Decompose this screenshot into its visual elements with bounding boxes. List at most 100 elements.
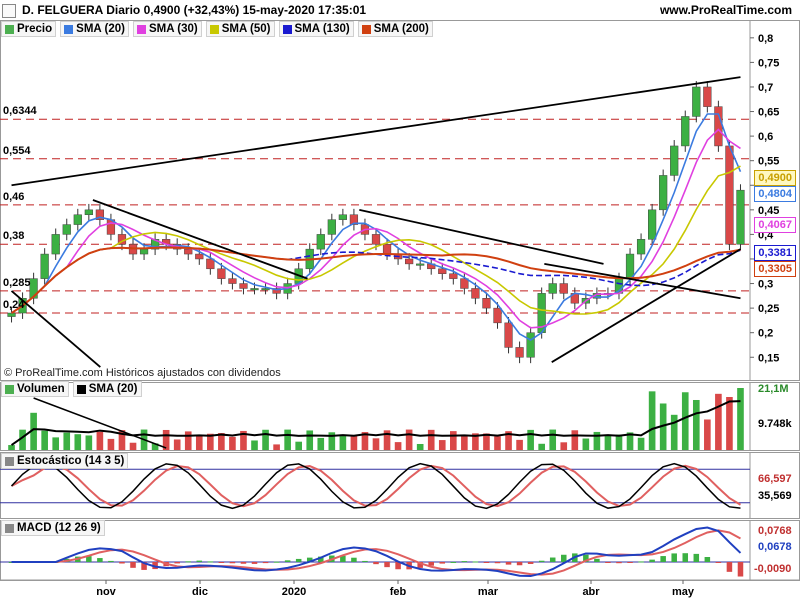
volume-bar [96,431,104,450]
stochastic-legend: Estocástico (14 3 5) [1,453,129,469]
time-axis-label: may [672,586,695,598]
macd-histogram-bar [218,562,225,563]
volume-bar [527,429,534,450]
legend-label: SMA (200) [373,23,429,35]
macd-histogram-bar [284,560,291,562]
candle-body [559,283,568,294]
chart-title: D. FELGUERA Diario 0,4900 (+32,43%) 15-m… [22,3,367,17]
candle-body [416,263,425,266]
sma-line [11,113,742,341]
price-tick-label: 0,15 [758,352,779,364]
volume-bar [571,430,579,450]
price-legend-item[interactable]: SMA (50) [205,21,275,37]
macd-histogram-bar [229,562,236,564]
macd-histogram-bar [130,562,136,568]
candle-body [40,253,49,279]
macd-signal-line [11,529,741,576]
macd-histogram-bar [660,556,666,562]
macd-histogram-bar [439,562,446,564]
time-axis-label: 2020 [282,586,306,598]
candle-body [261,288,270,291]
volume-bar [129,442,137,450]
volume-bar [63,432,71,450]
macd-histogram-bar [351,557,357,562]
candle-body [239,283,248,289]
volume-bar [405,429,413,450]
macd-histogram-bar [726,562,733,572]
price-legend-item[interactable]: SMA (200) [357,21,433,37]
volume-bar [8,445,15,450]
volume-bar [195,435,203,450]
volume-bar [416,443,424,450]
candle-body [515,347,524,358]
price-legend-item[interactable]: SMA (130) [278,21,354,37]
macd-histogram-bar [262,562,269,564]
candle-body [670,145,679,176]
chart-canvas[interactable]: 0,80,750,70,650,60,550,50,450,40,350,30,… [0,0,800,600]
price-legend-item[interactable]: SMA (30) [132,21,202,37]
macd-histogram-bar [549,557,556,562]
candle-body [217,268,226,279]
candle-body [405,258,414,265]
macd-histogram-bar [461,561,468,563]
time-axis-label: feb [390,586,407,598]
candle-body [736,189,745,245]
macd-histogram-bar [605,562,611,563]
candle-body [692,86,701,117]
volume-bar [85,435,93,450]
copyright-text: © ProRealTime.com Históricos ajustados c… [4,367,281,379]
volume-bar [295,441,302,450]
volume-bar [670,414,678,450]
candle-body [493,307,502,324]
macd-line [11,526,742,578]
macd-histogram-bar [693,553,700,562]
price-legend-item[interactable]: SMA (20) [60,21,129,37]
sma-line [11,128,741,329]
candle-body [84,209,93,215]
chart-header: D. FELGUERA Diario 0,4900 (+32,43%) 15-m… [0,0,800,20]
volume-bar [74,434,82,450]
candle-body [139,248,149,255]
legend-label: SMA (130) [294,23,350,35]
level-label: 0,6344 [3,105,37,118]
macd-histogram-bar [251,562,258,564]
candle-body [51,234,60,255]
volume-legend-item[interactable]: Volumen [1,381,69,397]
volume-bar [251,440,258,450]
volume-legend-item[interactable]: SMA (20) [72,381,142,397]
volume-bar [560,442,568,450]
price-value-box: 0,3305 [754,261,796,277]
macd-histogram-bar [450,561,457,563]
candle-body [703,86,712,107]
legend-swatch [5,24,14,34]
volume-bar [604,435,612,450]
level-label: 0,38 [3,230,25,243]
macd-histogram-bar [616,562,622,564]
macd-histogram-bar [174,562,180,564]
macd-histogram-bar [483,562,490,563]
stoch-axis-label: 35,569 [758,490,792,502]
time-axis-label: abr [582,586,600,598]
volume-bar [339,434,347,450]
price-tick-label: 0,75 [758,57,779,69]
candle-body [73,214,82,225]
candle-body [526,332,535,358]
candle-body [648,209,657,240]
macd-histogram-bar [362,560,368,562]
candle-body [62,224,71,235]
legend-label: SMA (50) [221,23,271,35]
level-label: 0,46 [3,190,25,203]
macd-histogram-bar [472,561,479,563]
price-value-box: 0,4804 [754,186,796,202]
macd-axis-label: 0,0678 [758,541,792,553]
price-legend-item[interactable]: Precio [1,21,57,37]
candle-body [681,116,690,147]
macd-histogram-bar [704,557,711,562]
price-value-box: 0,4067 [754,217,796,233]
volume-bar [427,429,435,450]
level-label: 0,554 [3,144,31,157]
level-label: 0,285 [3,276,31,289]
candle-body [625,253,635,279]
stoch-axis-label: 66,597 [758,473,792,485]
price-tick-label: 0,25 [758,303,779,315]
